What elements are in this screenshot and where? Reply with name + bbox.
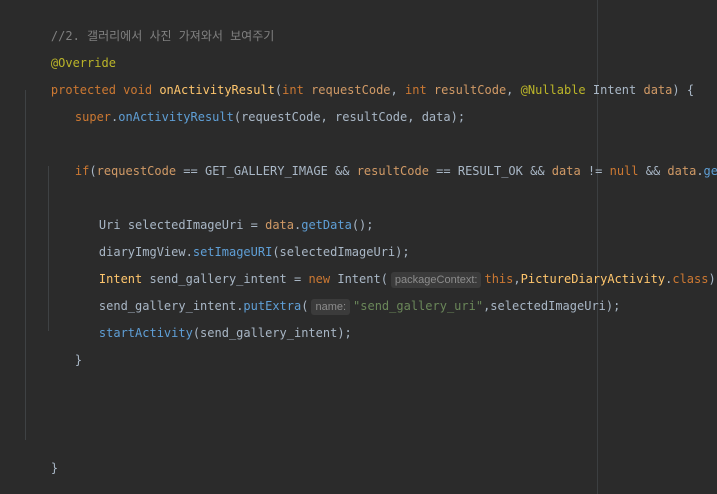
condition-text: == RESULT_OK && <box>428 164 552 178</box>
method-call: startActivity <box>98 326 193 340</box>
comma: , <box>506 83 521 97</box>
param-requestcode: requestCode <box>96 164 177 178</box>
param-data: data <box>667 164 697 178</box>
condition-text: == GET_GALLERY_IMAGE && <box>176 164 357 178</box>
paren-close: ) { <box>672 83 695 97</box>
code-line-annotation: @Override <box>22 36 116 70</box>
param-resultcode: resultCode <box>356 164 429 178</box>
dot: . <box>696 164 704 178</box>
code-line-close-method: } <box>22 441 58 475</box>
code-line-setimageuri: diaryImgView.setImageURI(selectedImageUr… <box>70 225 410 259</box>
code-line-comment: //2. 갤러리에서 사진 가져와서 보여주기 <box>22 9 274 43</box>
code-line-intent: Intent send_gallery_intent = new Intent(… <box>70 252 717 288</box>
keyword-super: super <box>74 110 112 124</box>
code-line-method-declaration: protected void onActivityResult(int requ… <box>22 63 694 97</box>
code-line-super-call: super.onActivityResult(requestCode, resu… <box>46 90 465 124</box>
indent-guide-method <box>25 90 26 440</box>
keyword-null: null <box>609 164 639 178</box>
method-call: onActivityResult <box>118 110 234 124</box>
param-data: data <box>551 164 581 178</box>
call-args: (requestCode, resultCode, data); <box>233 110 466 124</box>
param-data: data <box>643 83 673 97</box>
call-args: (send_gallery_intent); <box>192 326 352 340</box>
method-call: getData <box>703 164 717 178</box>
code-editor[interactable]: //2. 갤러리에서 사진 가져와서 보여주기 @Override protec… <box>0 0 717 494</box>
paren-open: ( <box>89 164 97 178</box>
closing-brace: } <box>74 353 83 367</box>
nullable-annotation: @Nullable <box>520 83 586 97</box>
operator: != <box>580 164 610 178</box>
type-intent: Intent <box>592 83 637 97</box>
code-line-close-if: } <box>46 333 82 367</box>
code-line-uri: Uri selectedImageUri = data.getData(); <box>70 198 374 232</box>
string-literal: "send_gallery_uri" <box>353 299 484 313</box>
call-end: ); <box>708 272 717 286</box>
closing-brace: } <box>50 461 59 475</box>
code-line-putextra: send_gallery_intent.putExtra(name: "send_… <box>70 279 620 315</box>
keyword-if: if <box>74 164 90 178</box>
operator: && <box>638 164 668 178</box>
code-line-if: if(requestCode == GET_GALLERY_IMAGE && r… <box>46 144 717 178</box>
code-line-startactivity: startActivity(send_gallery_intent); <box>70 306 352 340</box>
call-args: ,selectedImageUri); <box>483 299 621 313</box>
keyword-class: class <box>672 272 709 286</box>
